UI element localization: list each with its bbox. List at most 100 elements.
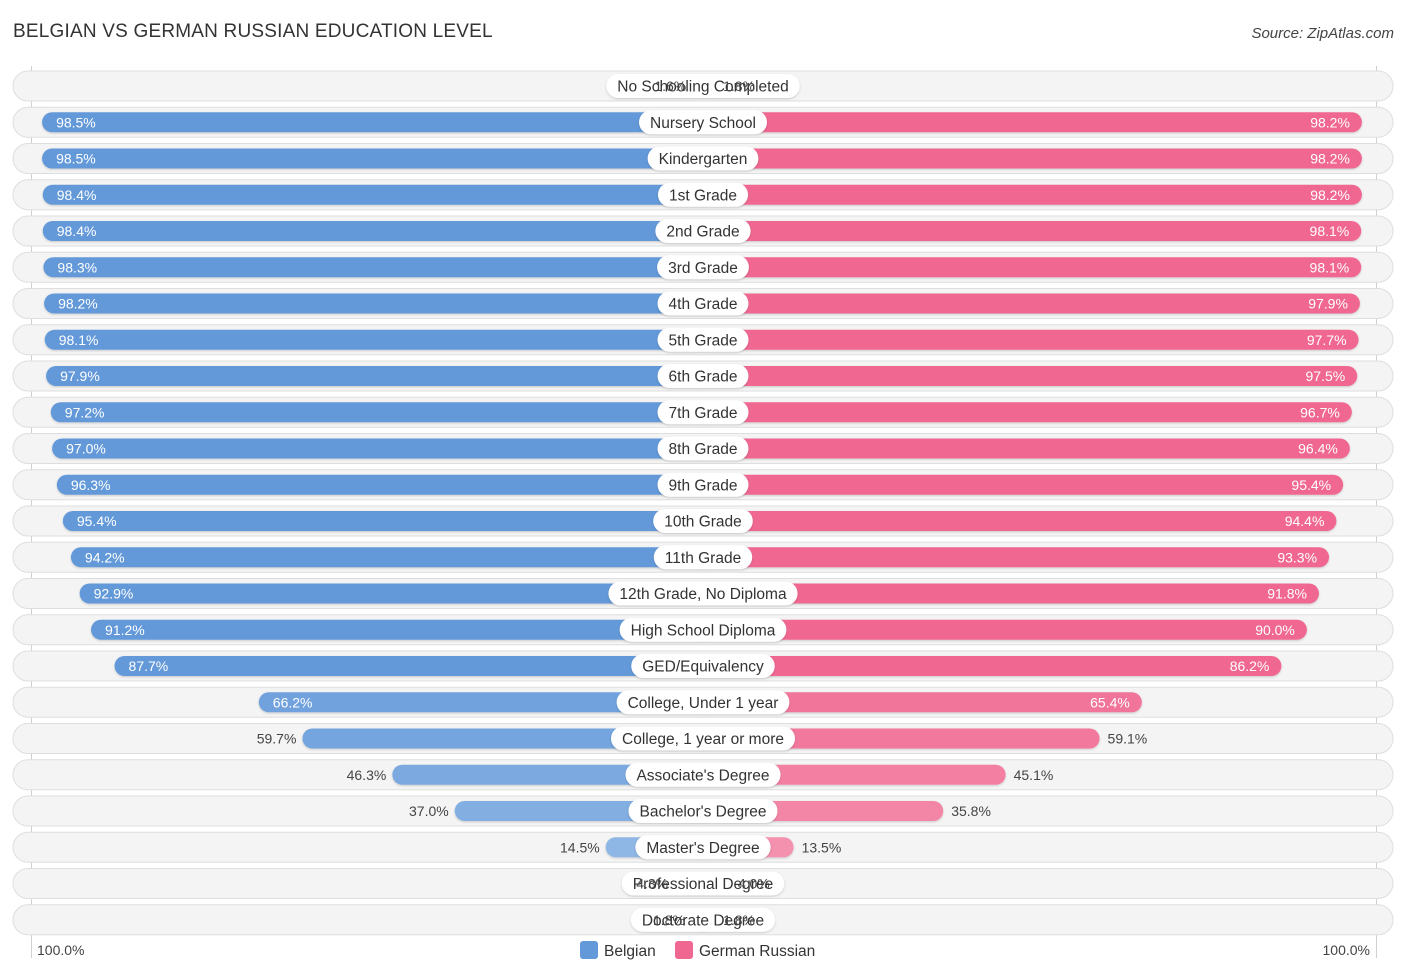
category-label: College, Under 1 year (628, 695, 779, 712)
legend-item-german-russian[interactable]: German Russian (675, 941, 815, 960)
bar-belgian[interactable] (44, 329, 713, 350)
category-label: 7th Grade (669, 405, 738, 422)
row-college-under-1-year: College, Under 1 year 66.2% 65.4% (12, 686, 1394, 718)
row-associate-s-degree: Associate's Degree 46.3% 45.1% (12, 759, 1394, 791)
bar-german-russian[interactable] (693, 184, 1362, 205)
value-label-german-russian: 97.5% (1306, 368, 1346, 384)
category-label: 3rd Grade (668, 260, 738, 277)
bar-german-russian[interactable] (693, 438, 1350, 459)
category-label: College, 1 year or more (622, 731, 784, 748)
value-label-german-russian: 4.0% (738, 876, 770, 892)
value-label-belgian: 1.8% (653, 912, 685, 928)
bar-belgian[interactable] (50, 402, 713, 423)
value-label-belgian: 95.4% (77, 513, 117, 529)
chart-rows: No Schooling Completed1.6% 1.8% Nursery Sc… (12, 70, 1394, 936)
bar-belgian[interactable] (52, 438, 713, 459)
row-5th-grade: 5th Grade 98.1% 97.7% (12, 324, 1394, 356)
row-doctorate-degree: Doctorate Degree1.8% 1.8% (12, 904, 1394, 936)
value-label-belgian: 37.0% (409, 803, 449, 819)
category-label: Nursery School (650, 115, 756, 132)
row-master-s-degree: Master's Degree 14.5% 13.5% (12, 831, 1394, 863)
value-label-german-russian: 35.8% (951, 803, 991, 819)
bar-belgian[interactable] (42, 221, 713, 241)
row-8th-grade: 8th Grade 97.0% 96.4% (12, 433, 1394, 464)
value-label-german-russian: 13.5% (802, 839, 842, 855)
bar-german-russian[interactable] (693, 547, 1330, 568)
category-label: Master's Degree (646, 840, 759, 857)
value-label-belgian: 46.3% (347, 767, 387, 783)
bar-german-russian[interactable] (693, 402, 1352, 423)
row-ged-equivalency: GED/Equivalency 87.7% 86.2% (12, 650, 1394, 682)
legend-label-german-russian: German Russian (699, 943, 815, 960)
category-label: 12th Grade, No Diploma (619, 586, 787, 603)
bar-belgian[interactable] (42, 148, 713, 169)
value-label-belgian: 92.9% (94, 586, 134, 602)
bar-belgian[interactable] (42, 184, 713, 205)
value-label-german-russian: 59.1% (1108, 731, 1148, 747)
value-label-belgian: 59.7% (257, 731, 297, 747)
value-label-belgian: 97.9% (60, 368, 100, 384)
bar-belgian[interactable] (62, 511, 713, 531)
chart-canvas: No Schooling Completed1.6% 1.8% Nursery Sc… (12, 66, 1394, 960)
bar-german-russian[interactable] (693, 656, 1282, 676)
category-label: 4th Grade (669, 296, 738, 313)
value-label-belgian: 98.4% (57, 187, 97, 203)
category-label: 1st Grade (669, 187, 737, 204)
value-label-german-russian: 97.7% (1307, 332, 1347, 348)
value-label-german-russian: 86.2% (1230, 658, 1270, 674)
bar-german-russian[interactable] (693, 221, 1362, 241)
value-label-belgian: 66.2% (273, 694, 313, 710)
bar-german-russian[interactable] (693, 511, 1337, 531)
category-label: 9th Grade (669, 477, 738, 494)
bar-german-russian[interactable] (693, 257, 1362, 278)
bar-belgian[interactable] (56, 474, 713, 495)
bar-belgian[interactable] (42, 112, 713, 133)
value-label-belgian: 98.3% (57, 259, 97, 275)
legend-item-belgian[interactable]: Belgian (580, 941, 656, 960)
row-no-schooling-completed: No Schooling Completed1.6% 1.8% (12, 70, 1394, 102)
value-label-german-russian: 94.4% (1285, 513, 1325, 529)
legend-label-belgian: Belgian (604, 943, 656, 960)
value-label-german-russian: 93.3% (1277, 549, 1317, 565)
value-label-german-russian: 95.4% (1291, 477, 1331, 493)
row-high-school-diploma: High School Diploma 91.2% 90.0% (12, 614, 1394, 646)
bar-belgian[interactable] (44, 293, 713, 314)
value-label-belgian: 94.2% (85, 549, 125, 565)
row-2nd-grade: 2nd Grade 98.4% 98.1% (12, 215, 1394, 247)
value-label-german-russian: 65.4% (1090, 694, 1130, 710)
category-label: 6th Grade (669, 369, 738, 386)
row-12th-grade-no-diploma: 12th Grade, No Diploma 92.9% 91.8% (12, 578, 1394, 609)
value-label-belgian: 96.3% (71, 477, 111, 493)
category-label: Bachelor's Degree (639, 804, 766, 821)
value-label-german-russian: 98.2% (1310, 151, 1350, 167)
row-7th-grade: 7th Grade 97.2% 96.7% (12, 396, 1394, 428)
bar-german-russian[interactable] (693, 329, 1359, 350)
bar-german-russian[interactable] (693, 112, 1362, 133)
value-label-belgian: 98.4% (57, 223, 97, 239)
value-label-german-russian: 1.8% (723, 912, 755, 928)
value-label-belgian: 91.2% (105, 622, 145, 638)
bar-german-russian[interactable] (693, 148, 1362, 169)
bar-belgian[interactable] (43, 257, 714, 278)
value-label-german-russian: 98.1% (1310, 259, 1350, 275)
bar-german-russian[interactable] (693, 366, 1358, 386)
value-label-belgian: 98.2% (58, 296, 98, 312)
bar-german-russian[interactable] (693, 293, 1360, 314)
value-label-belgian: 98.5% (56, 114, 96, 130)
category-label: No Schooling Completed (617, 79, 788, 96)
bar-belgian[interactable] (46, 366, 713, 386)
category-label: Associate's Degree (636, 767, 769, 784)
legend: Belgian German Russian (580, 941, 815, 960)
value-label-german-russian: 1.8% (723, 78, 755, 94)
axis-right-label: 100.0% (1323, 942, 1370, 958)
bar-belgian[interactable] (70, 547, 714, 568)
bar-belgian[interactable] (114, 656, 713, 676)
category-label: 2nd Grade (666, 224, 739, 241)
value-label-belgian: 1.6% (654, 78, 686, 94)
category-label: 5th Grade (669, 332, 738, 349)
row-9th-grade: 9th Grade 96.3% 95.4% (12, 469, 1394, 501)
row-nursery-school: Nursery School 98.5% 98.2% (12, 106, 1394, 138)
value-label-belgian: 14.5% (560, 839, 600, 855)
bar-german-russian[interactable] (693, 474, 1344, 495)
row-1st-grade: 1st Grade 98.4% 98.2% (12, 179, 1394, 211)
